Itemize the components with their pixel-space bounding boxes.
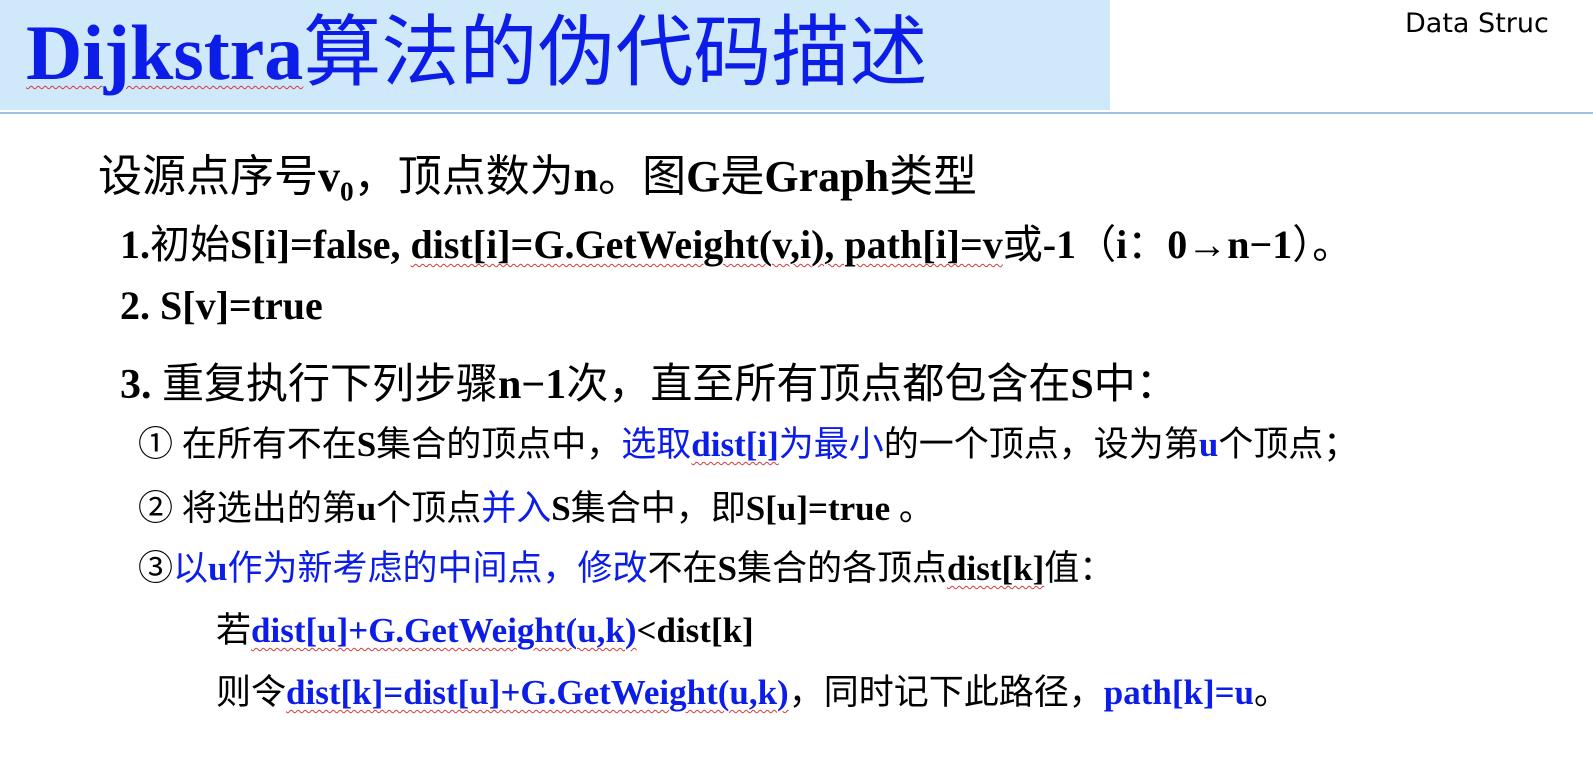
text: 集合中，即	[570, 489, 746, 528]
text: 。	[890, 489, 934, 528]
code: S	[1070, 362, 1094, 408]
text: 设源点序号	[98, 152, 318, 201]
highlight-code: dist[i]	[691, 425, 779, 464]
text: ：	[1127, 222, 1168, 267]
text: 重复执行下列步骤	[162, 362, 499, 408]
highlight-text: 并入	[481, 489, 552, 528]
text: G	[686, 152, 721, 201]
highlight-code: u	[208, 549, 228, 588]
step-3: 3. 重复执行下列步骤n−1次，直至所有顶点都包含在S中：	[120, 350, 1178, 411]
code: <dist[k]	[636, 611, 754, 650]
code: S	[717, 549, 737, 588]
text: n	[573, 152, 599, 201]
step-number: 1.	[120, 222, 150, 267]
circled-number: ②	[138, 489, 182, 528]
update-line: 则令dist[k]=dist[u]+G.GetWeight(u,k)，同时记下此…	[216, 664, 1289, 715]
circled-number: ③	[138, 549, 174, 588]
code: n−1	[498, 362, 567, 408]
text: v	[318, 152, 340, 201]
corner-label: Data Struc	[1405, 8, 1549, 39]
intro-line: 设源点序号v0，顶点数为n。图G是Graph类型	[98, 140, 978, 207]
text: 。	[1254, 673, 1290, 712]
code: i	[1116, 222, 1128, 267]
step-number: 3.	[120, 362, 162, 408]
condition-line: 若dist[u]+G.GetWeight(u,k)<dist[k]	[216, 602, 754, 653]
substep-1: ① 在所有不在S集合的顶点中，选取dist[i]为最小的一个顶点，设为第u个顶点…	[138, 416, 1358, 467]
substep-3: ③以u作为新考虑的中间点，修改不在S集合的各顶点dist[k]值：	[138, 540, 1114, 591]
text: 集合的各顶点	[737, 549, 948, 588]
text: 是	[720, 152, 765, 201]
header-divider	[0, 112, 1593, 114]
code: 0→n−1	[1167, 222, 1293, 267]
text: 个顶点；	[1218, 425, 1359, 464]
text: ，顶点数为	[353, 152, 574, 201]
slide-title: Dijkstra算法的伪代码描述	[26, 8, 927, 98]
text: 次，直至所有顶点都包含在	[566, 362, 1071, 408]
highlight-text: 以	[173, 549, 209, 588]
text: 类型	[889, 152, 978, 201]
text: 中：	[1093, 362, 1178, 408]
title-latin: Dijkstra	[26, 9, 304, 96]
text: 值：	[1044, 549, 1115, 588]
step-1: 1.初始S[i]=false, dist[i]=G.GetWeight(v,i)…	[120, 212, 1352, 270]
highlight-text: 作为新考虑的中间点，修改	[227, 549, 648, 588]
code: S	[551, 489, 571, 528]
text: Graph	[764, 152, 890, 201]
highlight-code: u	[1198, 425, 1219, 464]
text: ）。	[1292, 222, 1353, 267]
highlight-code: dist[u]+G.GetWeight(u,k)	[251, 611, 637, 650]
code: u	[356, 489, 377, 528]
step-2: 2. S[v]=true	[120, 282, 323, 329]
text: 将选出的第	[181, 489, 357, 528]
code: S[v]=true	[160, 283, 323, 328]
title-chinese: 算法的伪代码描述	[303, 9, 928, 96]
code: S	[356, 425, 377, 464]
text: 初始	[150, 222, 230, 267]
highlight-code: dist[k]=dist[u]+G.GetWeight(u,k)	[286, 673, 789, 712]
highlight-code: path[k]=u	[1103, 673, 1255, 712]
subscript: 0	[340, 176, 354, 207]
highlight-text: 为最小	[778, 425, 884, 464]
code: dist[k]	[947, 549, 1045, 588]
text: 若	[216, 611, 252, 650]
text: 个顶点	[376, 489, 482, 528]
text: 或	[1002, 222, 1043, 267]
code: S[i]=false,	[230, 222, 411, 267]
step-number: 2.	[120, 283, 160, 328]
text: 。图	[598, 152, 687, 201]
highlight-text: 选取	[621, 425, 692, 464]
code: S[u]=true	[745, 489, 891, 528]
code: dist[i]=G.GetWeight(v,i), path[i]=v	[410, 222, 1003, 267]
text: 集合的顶点中，	[376, 425, 622, 464]
code: -1	[1042, 222, 1077, 267]
text: 则令	[216, 673, 287, 712]
text: 的一个顶点，设为第	[883, 425, 1199, 464]
text: ，同时记下此路径，	[788, 673, 1104, 712]
text: 不在	[647, 549, 718, 588]
substep-2: ② 将选出的第u个顶点并入S集合中，即S[u]=true 。	[138, 480, 934, 531]
text: （	[1076, 222, 1117, 267]
circled-number: ①	[138, 425, 182, 464]
text: 在所有不在	[181, 425, 357, 464]
